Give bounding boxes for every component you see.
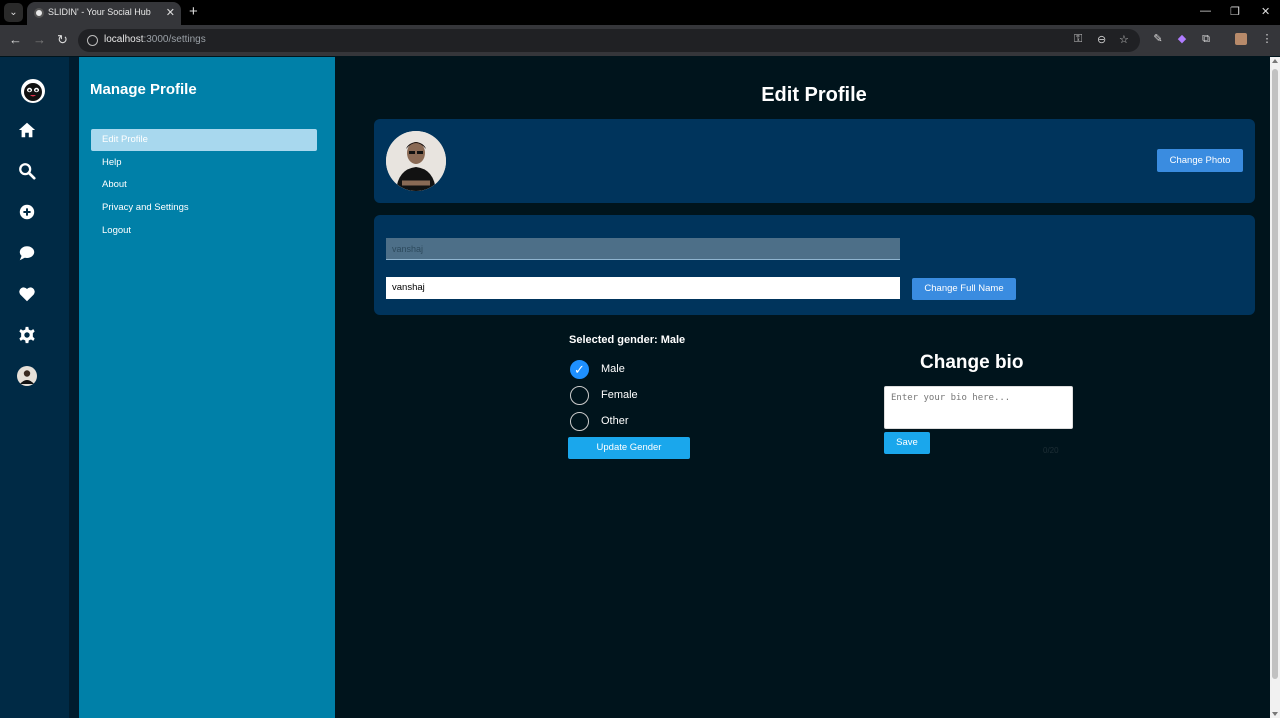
tab-search-button[interactable]: ⌄ [4,3,23,22]
rail-gap [69,57,79,718]
change-fullname-button[interactable]: Change Full Name [912,278,1016,300]
eyedropper-extension-icon[interactable]: ✎ [1152,33,1164,45]
menu-title: Manage Profile [90,81,197,98]
radio-female[interactable] [570,386,589,405]
close-tab-icon[interactable]: ✕ [166,6,175,19]
radio-label: Other [601,415,629,427]
close-window-icon[interactable]: ✕ [1261,5,1270,18]
radio-label: Male [601,363,625,375]
radio-label: Female [601,389,638,401]
menu-item-logout[interactable]: Logout [91,220,317,242]
add-post-icon[interactable] [16,201,38,223]
bio-title: Change bio [920,352,1024,373]
back-button[interactable]: ← [9,32,22,48]
page-scrollbar[interactable] [1270,57,1280,718]
scroll-down-icon[interactable] [1272,712,1278,716]
change-photo-button[interactable]: Change Photo [1157,149,1243,172]
bio-char-count: 0/20 [1043,446,1059,455]
radio-male[interactable] [570,360,589,379]
password-key-icon[interactable]: ⚿ [1074,33,1082,46]
tab-title: SLIDIN' - Your Social Hub [48,7,151,17]
favicon-icon [34,8,44,18]
scroll-up-icon[interactable] [1272,59,1278,63]
profile-photo [386,131,446,191]
bio-placeholder: Enter your bio here... [891,393,1011,403]
menu-item-help[interactable]: Help [91,152,317,174]
url-text: localhost:3000/settings [104,34,206,45]
name-card: vanshaj vanshaj Change Full Name [374,215,1255,315]
radio-other[interactable] [570,412,589,431]
search-icon[interactable] [16,160,38,182]
address-bar[interactable]: localhost:3000/settings ⚿ ⊖ ☆ [78,29,1140,52]
save-bio-button[interactable]: Save [884,432,930,454]
selected-gender-text: Selected gender: Male [569,334,686,346]
gear-icon[interactable] [16,324,38,346]
settings-menu: Manage Profile Edit Profile Help About P… [79,57,335,718]
chrome-menu-icon[interactable]: ⋮ [1261,33,1273,45]
site-info-icon[interactable] [87,35,98,46]
app-root: Manage Profile Edit Profile Help About P… [0,57,1280,718]
fullname-input[interactable]: vanshaj [386,277,900,299]
browser-toolbar: ← → ↻ localhost:3000/settings ⚿ ⊖ ☆ ✎ ◆ … [0,25,1280,56]
reload-button[interactable]: ↻ [57,32,68,48]
page-title: Edit Profile [761,84,867,106]
update-gender-button[interactable]: Update Gender [568,437,690,459]
scroll-thumb[interactable] [1272,69,1278,679]
restore-icon[interactable]: ❐ [1230,5,1240,18]
logo-icon[interactable] [20,78,46,104]
photo-card: Change Photo [374,119,1255,203]
extension-icon[interactable]: ◆ [1176,33,1188,45]
home-icon[interactable] [16,119,38,141]
profile-avatar[interactable] [16,365,38,387]
minimize-icon[interactable]: — [1200,5,1211,17]
forward-button[interactable]: → [33,32,46,48]
extensions-puzzle-icon[interactable]: ⧉ [1200,33,1212,45]
username-input[interactable]: vanshaj [386,238,900,260]
bio-textarea[interactable]: Enter your bio here... [884,386,1073,429]
main-content: Edit Profile Change Photo vanshaj vansha… [335,57,1270,718]
zoom-icon[interactable]: ⊖ [1097,33,1106,46]
menu-item-privacy-settings[interactable]: Privacy and Settings [91,197,317,219]
new-tab-button[interactable]: + [189,3,198,20]
profile-avatar-icon[interactable] [1235,33,1247,45]
menu-item-about[interactable]: About [91,174,317,196]
chat-icon[interactable] [16,242,38,264]
icon-sidebar [0,57,69,718]
heart-icon[interactable] [16,283,38,305]
browser-tab[interactable]: SLIDIN' - Your Social Hub ✕ [27,2,181,25]
menu-item-edit-profile[interactable]: Edit Profile [91,129,317,151]
browser-tabbar: ⌄ SLIDIN' - Your Social Hub ✕ + — ❐ ✕ [0,0,1280,25]
bookmark-star-icon[interactable]: ☆ [1119,33,1129,46]
